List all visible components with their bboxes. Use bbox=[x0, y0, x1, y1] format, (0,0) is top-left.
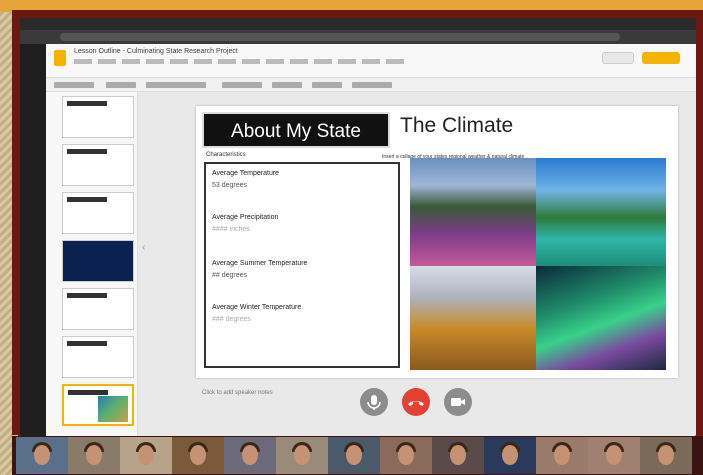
toolbar-layout-button[interactable] bbox=[272, 82, 302, 88]
toolbar-theme-button[interactable] bbox=[312, 82, 342, 88]
toolbar-insert-group[interactable] bbox=[146, 82, 206, 88]
field-label: Average Precipitation bbox=[212, 214, 279, 221]
slide-thumbnail[interactable] bbox=[62, 240, 134, 282]
camera-icon[interactable] bbox=[444, 388, 472, 416]
slide-title[interactable]: About My State bbox=[202, 112, 390, 148]
present-button[interactable] bbox=[602, 52, 634, 64]
document-title[interactable]: Lesson Outline - Culminating State Resea… bbox=[74, 48, 238, 55]
participant-tile[interactable] bbox=[640, 437, 692, 474]
speaker-notes[interactable]: Click to add speaker notes bbox=[202, 390, 273, 396]
participant-tile[interactable] bbox=[328, 437, 380, 474]
toolbar-background-button[interactable] bbox=[222, 82, 262, 88]
browser-tab-bar[interactable] bbox=[20, 18, 696, 30]
slides-logo-icon[interactable] bbox=[54, 50, 66, 66]
chevron-left-icon[interactable]: ‹ bbox=[142, 242, 145, 253]
slide-subtitle[interactable]: The Climate bbox=[400, 114, 513, 138]
toolbar-transition-button[interactable] bbox=[352, 82, 392, 88]
field-value[interactable]: 53 degrees bbox=[212, 182, 247, 189]
url-field[interactable] bbox=[60, 33, 620, 41]
field-label: Average Summer Temperature bbox=[212, 260, 308, 267]
participant-tile[interactable] bbox=[484, 437, 536, 474]
participant-tile[interactable] bbox=[172, 437, 224, 474]
participant-tile[interactable] bbox=[120, 437, 172, 474]
slide-canvas: ‹ About My State The Climate Insert a co… bbox=[138, 92, 696, 436]
menu-bar[interactable] bbox=[74, 59, 404, 64]
shared-screen: Lesson Outline - Culminating State Resea… bbox=[20, 18, 696, 436]
participant-video-strip bbox=[12, 436, 703, 475]
slide-filmstrip bbox=[46, 92, 138, 436]
microphone-icon[interactable] bbox=[360, 388, 388, 416]
participant-tile[interactable] bbox=[68, 437, 120, 474]
toolbar-zoom-group[interactable] bbox=[106, 82, 136, 88]
participant-tile[interactable] bbox=[380, 437, 432, 474]
slide-thumbnail[interactable] bbox=[62, 192, 134, 234]
field-value[interactable]: ## degrees bbox=[212, 272, 247, 279]
slide-thumbnail[interactable] bbox=[62, 96, 134, 138]
share-button[interactable] bbox=[642, 52, 680, 64]
end-call-icon[interactable] bbox=[402, 388, 430, 416]
mountain-flowers-image bbox=[410, 158, 536, 266]
current-slide[interactable]: About My State The Climate Insert a coll… bbox=[196, 106, 678, 378]
slide-thumbnail-selected[interactable] bbox=[62, 384, 134, 426]
app-header: Lesson Outline - Culminating State Resea… bbox=[46, 44, 696, 78]
slide-thumbnail[interactable] bbox=[62, 336, 134, 378]
slide-thumbnail[interactable] bbox=[62, 288, 134, 330]
climate-collage[interactable] bbox=[410, 158, 666, 370]
participant-tile[interactable] bbox=[276, 437, 328, 474]
characteristics-label: Characteristics bbox=[206, 152, 246, 158]
aurora-image bbox=[536, 266, 666, 370]
autumn-tundra-image bbox=[410, 266, 536, 370]
field-label: Average Temperature bbox=[212, 170, 280, 177]
toolbar-undo-group[interactable] bbox=[54, 82, 94, 88]
participant-tile[interactable] bbox=[536, 437, 588, 474]
lake-forest-image bbox=[536, 158, 666, 266]
participant-tile[interactable] bbox=[588, 437, 640, 474]
toolbar bbox=[46, 78, 696, 92]
slide-thumbnail[interactable] bbox=[62, 144, 134, 186]
browser-address-bar[interactable] bbox=[20, 30, 696, 44]
participant-tile[interactable] bbox=[432, 437, 484, 474]
slides-app: Lesson Outline - Culminating State Resea… bbox=[46, 44, 696, 436]
characteristics-box[interactable]: Average Temperature 53 degrees Average P… bbox=[204, 162, 400, 368]
participant-tile[interactable] bbox=[224, 437, 276, 474]
field-value[interactable]: ### degrees bbox=[212, 316, 251, 323]
field-label: Average Winter Temperature bbox=[212, 304, 302, 311]
field-value[interactable]: #### inches bbox=[212, 226, 250, 233]
participant-tile[interactable] bbox=[16, 437, 68, 474]
